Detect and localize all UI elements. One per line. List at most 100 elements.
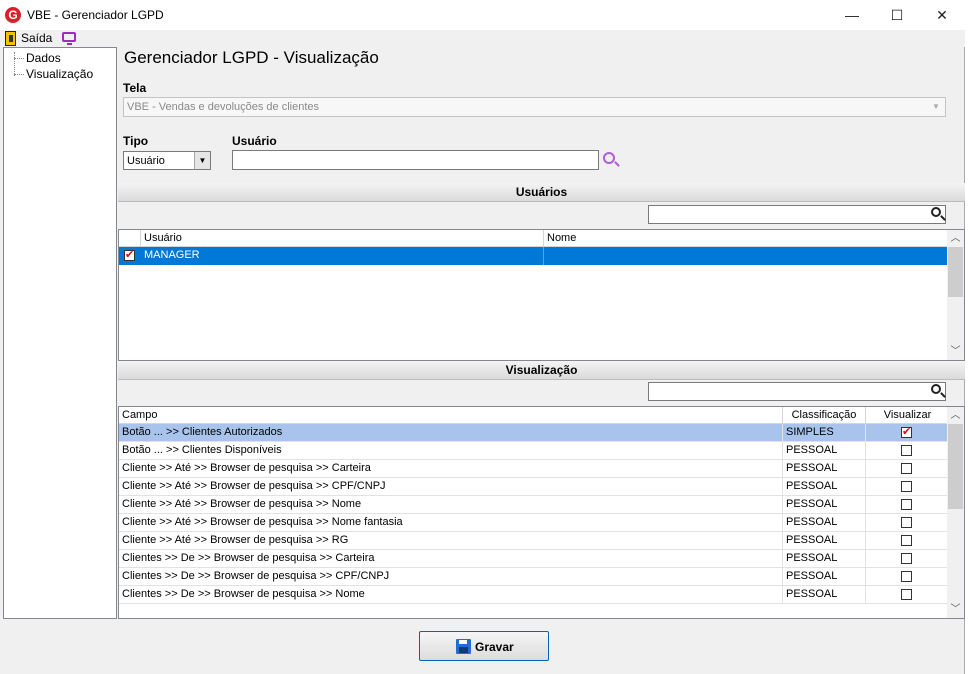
table-row[interactable]: Cliente >> Até >> Browser de pesquisa >>… — [119, 478, 947, 496]
campo-cell: Cliente >> Até >> Browser de pesquisa >>… — [119, 496, 783, 514]
visualizar-checkbox[interactable] — [901, 589, 912, 600]
visualizar-cell[interactable] — [866, 532, 947, 550]
campo-cell: Botão ... >> Clientes Autorizados — [119, 424, 783, 442]
visualizar-checkbox[interactable] — [901, 535, 912, 546]
view-filter-input[interactable] — [648, 382, 946, 401]
classificacao-cell: PESSOAL — [783, 478, 866, 496]
tipo-select-value: Usuário — [127, 155, 165, 167]
exit-door-icon[interactable] — [5, 31, 16, 46]
page-title: Gerenciador LGPD - Visualização — [124, 48, 379, 67]
chevron-up-icon[interactable]: ︿ — [947, 407, 964, 424]
tree-item-dados[interactable]: Dados — [26, 51, 61, 65]
exit-menu-item[interactable]: Saída — [21, 31, 52, 45]
table-row[interactable]: Clientes >> De >> Browser de pesquisa >>… — [119, 568, 947, 586]
usuario-label: Usuário — [232, 134, 277, 148]
classificacao-cell: PESSOAL — [783, 496, 866, 514]
table-row[interactable]: Cliente >> Até >> Browser de pesquisa >>… — [119, 532, 947, 550]
visualizar-cell[interactable] — [866, 424, 947, 442]
chevron-down-icon[interactable]: ▼ — [194, 152, 210, 169]
classificacao-cell: PESSOAL — [783, 460, 866, 478]
app-logo-icon: G — [5, 7, 21, 23]
visualizar-cell[interactable] — [866, 442, 947, 460]
visualizar-checkbox[interactable] — [901, 463, 912, 474]
table-row[interactable]: Cliente >> Até >> Browser de pesquisa >>… — [119, 514, 947, 532]
row-select-cell[interactable] — [119, 247, 141, 265]
classificacao-cell: PESSOAL — [783, 568, 866, 586]
visualizar-cell[interactable] — [866, 550, 947, 568]
visualizar-cell[interactable] — [866, 514, 947, 532]
search-icon[interactable] — [931, 384, 941, 394]
chevron-up-icon[interactable]: ︿ — [947, 230, 964, 247]
table-row[interactable]: Cliente >> Até >> Browser de pesquisa >>… — [119, 460, 947, 478]
classificacao-cell: PESSOAL — [783, 550, 866, 568]
table-header-visualizar[interactable]: Visualizar — [866, 407, 949, 424]
visualizar-checkbox[interactable] — [901, 481, 912, 492]
visualizar-checkbox[interactable] — [901, 445, 912, 456]
table-row[interactable]: Cliente >> Até >> Browser de pesquisa >>… — [119, 496, 947, 514]
view-section-header: Visualização — [118, 361, 965, 380]
table-header-nome[interactable]: Nome — [544, 230, 949, 247]
monitor-icon[interactable] — [62, 32, 76, 45]
classificacao-cell: PESSOAL — [783, 586, 866, 604]
table-header-usuario[interactable]: Usuário — [141, 230, 544, 247]
navigation-tree: Dados Visualização — [3, 47, 117, 619]
menu-bar: Saída — [0, 30, 965, 47]
minimize-button[interactable]: — — [829, 0, 875, 30]
visualizar-checkbox[interactable] — [901, 553, 912, 564]
tree-connector — [14, 58, 24, 59]
save-button-label: Gravar — [475, 640, 514, 654]
classificacao-cell: PESSOAL — [783, 532, 866, 550]
users-section-header: Usuários — [118, 183, 965, 202]
view-table: Campo Classificação Visualizar Botão ...… — [118, 406, 965, 619]
tela-label: Tela — [123, 81, 147, 95]
search-icon[interactable] — [931, 207, 941, 217]
table-header-campo[interactable]: Campo — [119, 407, 783, 424]
table-header-select — [119, 230, 141, 247]
scrollbar-thumb[interactable] — [948, 424, 963, 509]
close-button[interactable]: ✕ — [919, 0, 965, 30]
visualizar-cell[interactable] — [866, 568, 947, 586]
chevron-down-icon[interactable]: ﹀ — [947, 343, 964, 360]
campo-cell: Botão ... >> Clientes Disponíveis — [119, 442, 783, 460]
nome-cell — [544, 247, 947, 265]
table-row[interactable]: Botão ... >> Clientes Disponíveis PESSOA… — [119, 442, 947, 460]
maximize-button[interactable]: ☐ — [874, 0, 920, 30]
table-row[interactable]: MANAGER — [119, 247, 947, 265]
visualizar-cell[interactable] — [866, 496, 947, 514]
tela-select-value: VBE - Vendas e devoluções de clientes — [127, 101, 320, 113]
title-bar: G VBE - Gerenciador LGPD — ☐ ✕ — [0, 0, 965, 30]
campo-cell: Cliente >> Até >> Browser de pesquisa >>… — [119, 514, 783, 532]
visualizar-checkbox[interactable] — [901, 571, 912, 582]
view-table-scrollbar[interactable]: ︿ ﹀ — [947, 407, 964, 618]
users-filter-input[interactable] — [648, 205, 946, 224]
visualizar-checkbox[interactable] — [901, 499, 912, 510]
campo-cell: Cliente >> Até >> Browser de pesquisa >>… — [119, 460, 783, 478]
visualizar-checkbox[interactable] — [901, 424, 912, 441]
table-row[interactable]: Botão ... >> Clientes Autorizados SIMPLE… — [119, 424, 947, 442]
users-table: Usuário Nome MANAGER ︿ ﹀ — [118, 229, 965, 361]
floppy-disk-icon — [456, 639, 471, 654]
tipo-select[interactable]: Usuário ▼ — [123, 151, 211, 170]
visualizar-cell[interactable] — [866, 460, 947, 478]
tree-connector — [14, 52, 15, 76]
row-checkbox[interactable] — [124, 247, 135, 264]
campo-cell: Clientes >> De >> Browser de pesquisa >>… — [119, 550, 783, 568]
campo-cell: Cliente >> Até >> Browser de pesquisa >>… — [119, 532, 783, 550]
visualizar-cell[interactable] — [866, 586, 947, 604]
tree-item-visualizacao[interactable]: Visualização — [26, 67, 93, 81]
chevron-down-icon[interactable]: ﹀ — [947, 601, 964, 618]
visualizar-cell[interactable] — [866, 478, 947, 496]
save-button[interactable]: Gravar — [419, 631, 549, 661]
usuario-cell: MANAGER — [141, 247, 544, 265]
scrollbar-thumb[interactable] — [948, 247, 963, 297]
table-row[interactable]: Clientes >> De >> Browser de pesquisa >>… — [119, 586, 947, 604]
visualizar-checkbox[interactable] — [901, 517, 912, 528]
usuario-input[interactable] — [232, 150, 599, 170]
classificacao-cell: PESSOAL — [783, 514, 866, 532]
app-window: G VBE - Gerenciador LGPD — ☐ ✕ Saída Dad… — [0, 0, 965, 674]
table-row[interactable]: Clientes >> De >> Browser de pesquisa >>… — [119, 550, 947, 568]
table-header-classificacao[interactable]: Classificação — [783, 407, 866, 424]
users-table-scrollbar[interactable]: ︿ ﹀ — [947, 230, 964, 360]
classificacao-cell: PESSOAL — [783, 442, 866, 460]
search-icon[interactable] — [603, 152, 615, 164]
